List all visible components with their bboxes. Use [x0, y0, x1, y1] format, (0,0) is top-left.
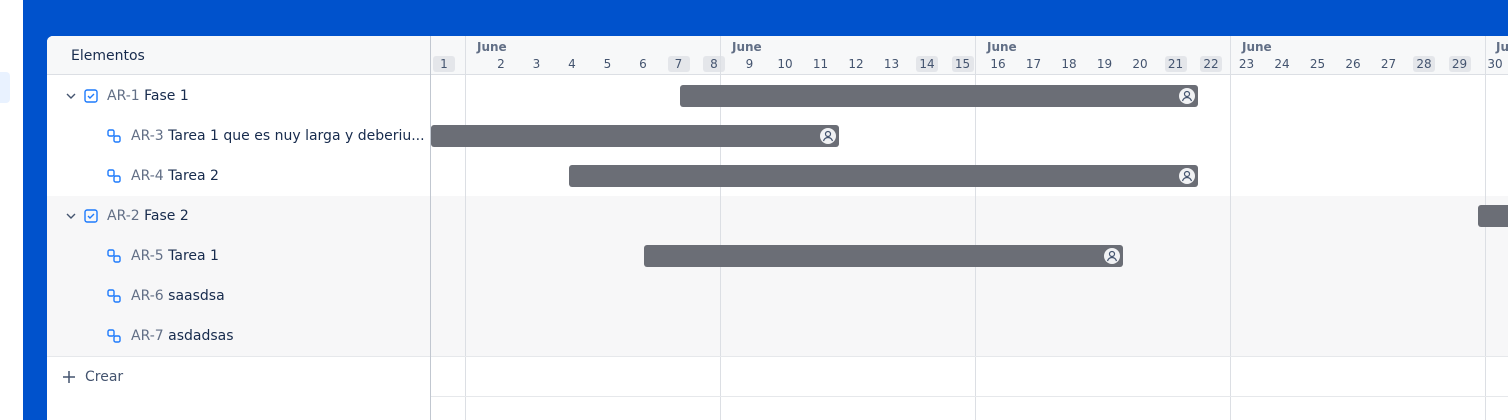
day-label: 20: [1132, 57, 1148, 71]
issue-title[interactable]: Tarea 1: [164, 248, 219, 264]
chevron-down-icon[interactable]: [65, 90, 77, 102]
day-label: 18: [1061, 57, 1077, 71]
month-label: June: [1242, 40, 1272, 54]
create-label: Crear: [85, 369, 124, 385]
timeline-grid: June June June June Ju 1 2 3 4 5 6 7 8 9 10 11 12 13 14 15 1…: [431, 36, 1508, 420]
issue-label[interactable]: AR-1 Fase 1: [107, 88, 189, 104]
list-item[interactable]: AR-3 Tarea 1 que es nuy larga y deberiu.…: [47, 116, 430, 156]
issue-title[interactable]: asdadsas: [164, 328, 233, 344]
subtask-icon: [107, 329, 121, 343]
day-label: 7: [667, 56, 690, 72]
day-label: 1: [433, 56, 455, 72]
avatar-icon[interactable]: [820, 128, 837, 144]
day-label: 24: [1274, 57, 1290, 71]
day-label: 28: [1413, 56, 1435, 72]
week-gridline: [465, 36, 466, 420]
issue-key[interactable]: AR-4: [131, 168, 164, 184]
issue-title[interactable]: Fase 2: [140, 208, 189, 224]
day-label: 19: [1096, 57, 1113, 71]
issue-key[interactable]: AR-7: [131, 328, 164, 344]
list-header-title: Elementos: [71, 48, 145, 64]
schedule-bar[interactable]: [679, 85, 1198, 107]
day-label: 21: [1164, 56, 1187, 72]
day-label: 17: [1025, 57, 1042, 71]
day-label: 16: [990, 57, 1006, 71]
schedule-bar[interactable]: [569, 165, 1198, 187]
subtask-icon: [107, 169, 121, 183]
day-label: 12: [848, 57, 864, 71]
schedule-bar[interactable]: [1478, 205, 1508, 227]
day-label: 8: [703, 56, 725, 72]
list-header: Elementos: [47, 36, 430, 75]
schedule-bar[interactable]: [644, 245, 1124, 267]
day-label: 9: [745, 57, 754, 71]
issue-key[interactable]: AR-6: [131, 288, 164, 304]
list-item[interactable]: AR-7 asdadsas: [47, 316, 430, 356]
day-label: 13: [883, 57, 900, 71]
day-label: 3: [532, 57, 541, 71]
day-label: 25: [1309, 57, 1326, 71]
list-item[interactable]: AR-5 Tarea 1: [47, 236, 430, 276]
week-gridline: [1230, 36, 1231, 420]
week-gridline: [1485, 36, 1486, 420]
timeline-panel: Elementos AR-1 Fase 1 AR-3 Tarea 1 que es…: [47, 36, 1508, 420]
issue-title[interactable]: Tarea 1 que es nuy larga y deberiu...: [164, 128, 424, 144]
issue-title[interactable]: Fase 1: [140, 88, 189, 104]
day-label: 2: [497, 57, 505, 71]
issue-list: Elementos AR-1 Fase 1 AR-3 Tarea 1 que es…: [47, 36, 430, 420]
subtask-icon: [107, 289, 121, 303]
day-label: 14: [916, 56, 938, 72]
timeline-header: June June June June Ju 1 2 3 4 5 6 7 8 9 10 11 12 13 14 15 1…: [431, 36, 1508, 75]
day-label: 10: [777, 57, 793, 71]
day-label: 26: [1345, 57, 1361, 71]
subtask-icon: [107, 129, 121, 143]
row-gridline: [431, 396, 1508, 397]
day-label: 5: [603, 57, 612, 71]
day-label: 4: [568, 57, 576, 71]
issue-key[interactable]: AR-1: [107, 88, 140, 104]
issue-key[interactable]: AR-5: [131, 248, 164, 264]
subtask-icon: [107, 249, 121, 263]
day-label: 22: [1200, 56, 1222, 72]
issue-label[interactable]: AR-6 saasdsa: [131, 288, 225, 304]
list-item[interactable]: AR-6 saasdsa: [47, 276, 430, 316]
checkbox-icon: [84, 89, 98, 103]
issue-title[interactable]: saasdsa: [164, 288, 225, 304]
row-gridline: [431, 356, 1508, 357]
month-label: June: [477, 40, 507, 54]
issue-label[interactable]: AR-7 asdadsas: [131, 328, 234, 344]
avatar-icon[interactable]: [1178, 88, 1195, 104]
list-item[interactable]: AR-2 Fase 2: [47, 196, 430, 236]
issue-label[interactable]: AR-3 Tarea 1 que es nuy larga y deberiu.…: [131, 128, 425, 144]
issue-label[interactable]: AR-4 Tarea 2: [131, 168, 219, 184]
day-label: 29: [1448, 56, 1471, 72]
list-item[interactable]: AR-4 Tarea 2: [47, 156, 430, 196]
day-label: 15: [951, 56, 974, 72]
create-button[interactable]: Crear: [47, 356, 430, 397]
left-sidebar-strip: [0, 0, 23, 420]
shaded-group-band: [431, 196, 1508, 356]
issue-key[interactable]: AR-2: [107, 208, 140, 224]
issue-label[interactable]: AR-5 Tarea 1: [131, 248, 219, 264]
sidebar-selected-item[interactable]: [0, 72, 10, 103]
plus-icon: [63, 371, 75, 383]
day-label: 27: [1380, 57, 1397, 71]
issue-key[interactable]: AR-3: [131, 128, 164, 144]
schedule-bar[interactable]: [431, 125, 840, 147]
issue-label[interactable]: AR-2 Fase 2: [107, 208, 189, 224]
list-item[interactable]: AR-1 Fase 1: [47, 76, 430, 116]
avatar-icon[interactable]: [1104, 248, 1121, 264]
month-label: June: [987, 40, 1017, 54]
month-label: Ju: [1496, 40, 1508, 54]
day-label: 6: [639, 57, 647, 71]
avatar-icon[interactable]: [1178, 168, 1195, 184]
day-label: 23: [1238, 57, 1255, 71]
issue-title[interactable]: Tarea 2: [164, 168, 219, 184]
chevron-down-icon[interactable]: [65, 210, 77, 222]
day-label: 30: [1487, 57, 1503, 71]
checkbox-icon: [84, 209, 98, 223]
day-label: 11: [812, 57, 829, 71]
month-label: June: [732, 40, 762, 54]
